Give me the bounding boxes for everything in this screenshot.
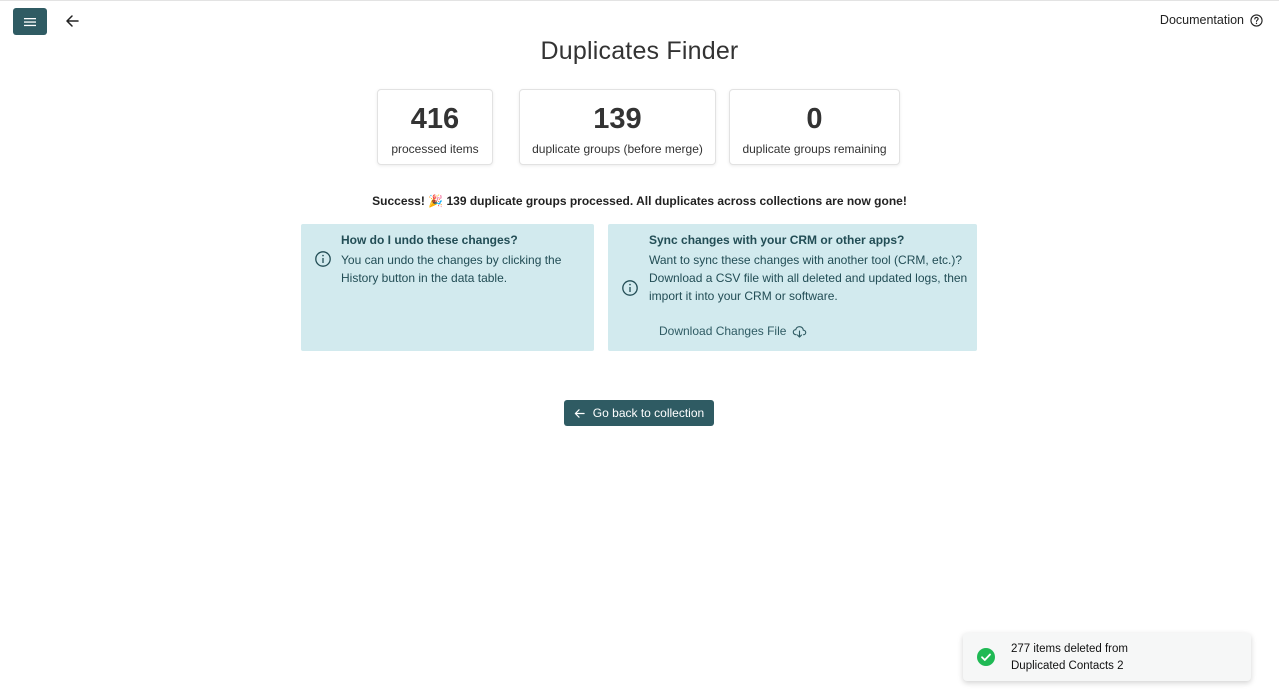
cloud-download-icon bbox=[793, 325, 807, 338]
stat-label: duplicate groups remaining bbox=[742, 142, 887, 156]
download-changes-link[interactable]: Download Changes File bbox=[659, 324, 807, 338]
stat-label: duplicate groups (before merge) bbox=[532, 142, 703, 156]
info-title: Sync changes with your CRM or other apps… bbox=[649, 233, 905, 247]
info-circle-icon bbox=[622, 280, 638, 296]
stat-card-processed: 416 processed items bbox=[377, 89, 493, 165]
back-button[interactable] bbox=[62, 11, 82, 31]
toast-line-1: 277 items deleted from bbox=[1011, 643, 1128, 655]
hamburger-icon bbox=[24, 17, 36, 26]
stat-value: 416 bbox=[410, 103, 460, 135]
go-back-label: Go back to collection bbox=[592, 406, 705, 420]
go-back-to-collection-button[interactable]: Go back to collection bbox=[564, 400, 714, 426]
check-circle-icon bbox=[977, 648, 995, 666]
toast-message: 277 items deleted from Duplicated Contac… bbox=[1011, 641, 1128, 675]
stat-value: 139 bbox=[593, 103, 642, 135]
page-title: Duplicates Finder bbox=[540, 37, 739, 65]
info-box-undo: How do I undo these changes? You can und… bbox=[301, 224, 594, 351]
info-box-sync: Sync changes with your CRM or other apps… bbox=[608, 224, 977, 351]
stat-label: processed items bbox=[391, 142, 479, 156]
arrow-left-icon bbox=[574, 408, 585, 418]
toast-line-2: Duplicated Contacts 2 bbox=[1011, 660, 1124, 672]
info-circle-icon bbox=[315, 251, 331, 267]
arrow-left-icon bbox=[66, 15, 79, 27]
info-title: How do I undo these changes? bbox=[341, 233, 518, 247]
documentation-link[interactable]: Documentation bbox=[1160, 13, 1263, 27]
toast-notification: 277 items deleted from Duplicated Contac… bbox=[963, 633, 1251, 681]
info-text: Want to sync these changes with another … bbox=[649, 253, 968, 303]
documentation-label: Documentation bbox=[1159, 13, 1244, 27]
info-text: You can undo the changes by clicking the… bbox=[341, 253, 562, 285]
stat-card-remaining: 0 duplicate groups remaining bbox=[729, 89, 900, 165]
stat-value: 0 bbox=[806, 103, 823, 135]
menu-button[interactable] bbox=[13, 8, 47, 35]
stat-card-duplicate-groups: 139 duplicate groups (before merge) bbox=[519, 89, 716, 165]
download-changes-label: Download Changes File bbox=[659, 324, 787, 338]
success-message: Success! 🎉 139 duplicate groups processe… bbox=[372, 194, 907, 208]
help-icon bbox=[1250, 13, 1263, 27]
